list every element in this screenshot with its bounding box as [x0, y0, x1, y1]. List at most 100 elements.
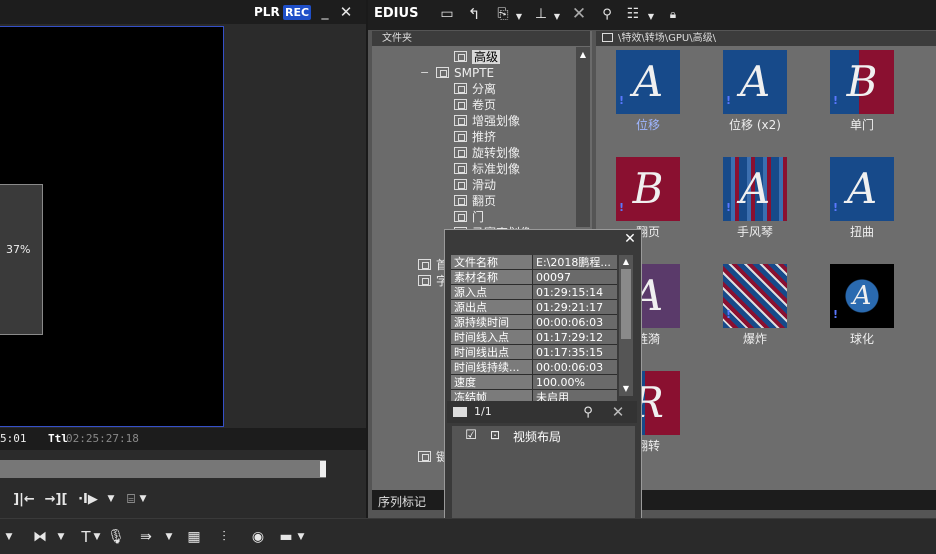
chevron-down-icon[interactable]: ▼ [56, 528, 66, 546]
tree-item-label: 增强划像 [472, 114, 521, 128]
color-wheel-icon[interactable]: ◉ [248, 527, 268, 547]
up-folder-icon[interactable]: ↰ [466, 5, 482, 23]
properties-scrollbar[interactable]: ▲ ▼ [619, 255, 633, 396]
tree-item[interactable]: 高级 [454, 49, 501, 65]
rec-badge[interactable]: REC [283, 5, 311, 20]
properties-table: 文件名称 E:\2018鹏程... 素材名称 00097 源入点 01:29:15:14 源… [451, 255, 617, 405]
tree-item[interactable]: 标准划像 [454, 161, 520, 177]
effect-label[interactable]: 手风琴 [710, 223, 800, 240]
chevron-down-icon[interactable]: ▼ [4, 528, 14, 546]
tree-item[interactable]: 旋转划像 [454, 145, 520, 161]
property-value: 01:17:29:12 [533, 330, 617, 344]
property-key: 源入点 [451, 285, 533, 299]
effect-icon [454, 211, 467, 222]
delete-icon[interactable]: ✕ [570, 4, 588, 24]
effect-icon [454, 195, 467, 206]
chevron-down-icon[interactable]: ▼ [514, 9, 524, 23]
effect-glyph: B [846, 57, 878, 106]
layout-filter-icon: ⊡ [489, 428, 501, 442]
tree-item-label: 高级 [472, 50, 501, 64]
folder-scrollbar[interactable]: ▲ [576, 47, 590, 227]
effect-thumbnail[interactable]: B [830, 50, 894, 114]
property-row: 源出点 01:29:21:17 [451, 300, 617, 315]
scroll-up-icon[interactable]: ▲ [577, 49, 589, 59]
effect-thumbnail[interactable]: A [723, 50, 787, 114]
effect-thumbnail[interactable]: A [830, 157, 894, 221]
effect-thumbnail[interactable]: A [723, 157, 787, 221]
progress-dialog: 37% [0, 184, 43, 335]
import-icon[interactable]: ⎘ [492, 5, 514, 23]
effect-glyph: A [739, 57, 771, 106]
lock-icon[interactable]: 🔒︎ [666, 5, 680, 23]
chevron-down-icon[interactable]: ▼ [138, 490, 148, 508]
menu-icon[interactable]: ▬ [276, 527, 296, 547]
property-value: 100.00% [533, 375, 617, 389]
checkbox-icon[interactable]: ☑ [464, 428, 478, 443]
tree-item[interactable]: 门 [454, 209, 484, 225]
tab-sequence-markers[interactable]: 序列标记 [378, 493, 426, 510]
scrub-bar[interactable] [0, 460, 326, 478]
chevron-down-icon[interactable]: ▼ [296, 528, 306, 546]
insert-icon[interactable]: ·I▶ [74, 490, 102, 508]
scroll-thumb[interactable] [621, 269, 631, 339]
chevron-down-icon[interactable]: ▼ [106, 490, 116, 508]
layout-icon [453, 407, 467, 417]
tree-item[interactable]: 增强划像 [454, 113, 520, 129]
property-value: 00097 [533, 270, 617, 284]
effect-thumbnail[interactable] [723, 264, 787, 328]
chevron-down-icon[interactable]: ▼ [646, 9, 656, 23]
chevron-down-icon[interactable]: ▼ [92, 528, 102, 546]
close-icon[interactable]: ✕ [622, 231, 638, 247]
property-value: 01:29:15:14 [533, 285, 617, 299]
tree-item[interactable]: 翻页 [454, 193, 496, 209]
effect-glyph: A [632, 57, 664, 106]
effect-icon [454, 51, 467, 62]
minimize-icon[interactable]: _ [318, 4, 332, 20]
properties-icon[interactable]: ⚲ [598, 5, 616, 23]
properties-icon[interactable]: ⚲ [579, 403, 597, 421]
tree-item[interactable]: 分离 [454, 81, 496, 97]
effect-label[interactable]: 位移 (x2) [710, 116, 800, 133]
chevron-down-icon[interactable]: ▼ [164, 528, 174, 546]
effect-label[interactable]: 扭曲 [817, 223, 907, 240]
tree-item-label: 旋转划像 [472, 146, 521, 160]
folder-icon[interactable]: ▭ [438, 5, 456, 23]
effect-label[interactable]: 单门 [817, 116, 907, 133]
chevron-down-icon[interactable]: ▼ [552, 9, 562, 23]
tree-item[interactable]: − SMPTE [420, 65, 494, 81]
progress-percent: 37% [6, 243, 31, 256]
timecode-total: 02:25:27:18 [66, 432, 139, 445]
export-icon[interactable]: ⇛ [134, 527, 158, 547]
property-key: 文件名称 [451, 255, 533, 269]
effect-label[interactable]: 位移 [603, 116, 693, 133]
set-in-icon[interactable]: ]|← [10, 490, 38, 508]
view-icon[interactable]: ☷ [624, 5, 642, 23]
scroll-down-icon[interactable]: ▼ [620, 383, 632, 393]
mixer-icon[interactable]: ⫶ [214, 527, 234, 547]
content-path: \特效\转场\GPU\高级\ [596, 31, 936, 46]
set-out-icon[interactable]: →][ [42, 490, 70, 508]
warning-icon: ! [833, 308, 839, 321]
player-titlebar: PLR REC _ ✕ [0, 0, 366, 24]
effect-thumbnail[interactable]: B [616, 157, 680, 221]
tree-item[interactable]: 滑动 [454, 177, 496, 193]
close-icon[interactable]: ✕ [338, 3, 354, 21]
scrub-handle[interactable] [320, 461, 326, 477]
property-row: 时间线出点 01:17:35:15 [451, 345, 617, 360]
link-icon[interactable]: ⧓ [28, 527, 52, 547]
effect-thumbnail[interactable]: A [830, 264, 894, 328]
effect-thumbnail[interactable]: A [616, 50, 680, 114]
effect-label[interactable]: 爆炸 [710, 330, 800, 347]
collapse-icon[interactable]: − [420, 65, 429, 81]
plr-label[interactable]: PLR [254, 5, 280, 19]
microphone-icon[interactable]: 🎙︎ [107, 527, 125, 547]
layout-toolbar: 1/1 ⚲ ✕ [447, 401, 637, 423]
delete-icon[interactable]: ✕ [609, 403, 627, 421]
tree-item[interactable]: 推挤 [454, 129, 496, 145]
layout-item-label[interactable]: 视频布局 [513, 428, 561, 445]
add-clip-icon[interactable]: ⊥ [532, 5, 550, 23]
grid-icon[interactable]: ▦ [184, 527, 204, 547]
tree-item[interactable]: 卷页 [454, 97, 496, 113]
effect-label[interactable]: 球化 [817, 330, 907, 347]
scroll-up-icon[interactable]: ▲ [620, 256, 632, 266]
